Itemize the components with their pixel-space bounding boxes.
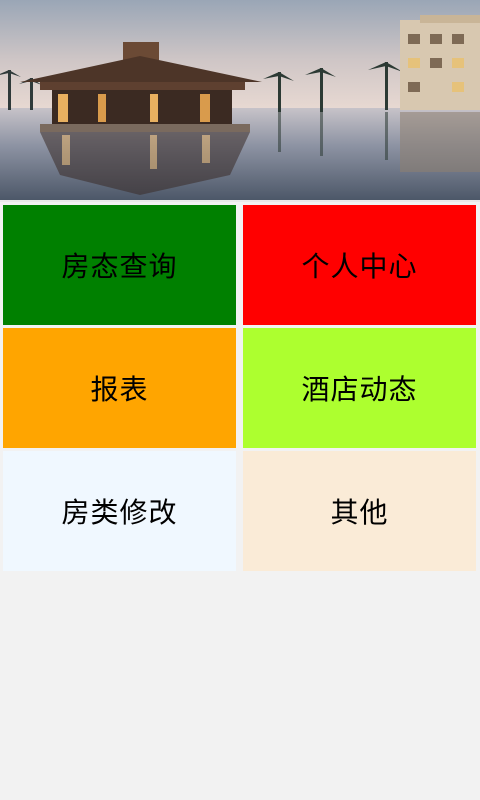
hotel-news-button[interactable]: 酒店动态 [243, 328, 476, 448]
hotel-banner-image [0, 0, 480, 202]
personal-center-button[interactable]: 个人中心 [243, 205, 476, 325]
reports-button[interactable]: 报表 [3, 328, 236, 448]
room-status-query-label: 房态查询 [61, 250, 178, 283]
hotel-news-label: 酒店动态 [301, 373, 418, 406]
personal-center-label: 个人中心 [301, 250, 418, 283]
room-status-query-button[interactable]: 房态查询 [3, 205, 236, 325]
other-button[interactable]: 其他 [243, 451, 476, 571]
room-type-edit-button[interactable]: 房类修改 [3, 451, 236, 571]
app-screen: 房态查询 个人中心 报表 酒店动态 房类修改 其他 [0, 0, 480, 800]
reports-label: 报表 [90, 373, 149, 406]
room-type-edit-label: 房类修改 [61, 496, 178, 529]
other-label: 其他 [330, 496, 389, 529]
